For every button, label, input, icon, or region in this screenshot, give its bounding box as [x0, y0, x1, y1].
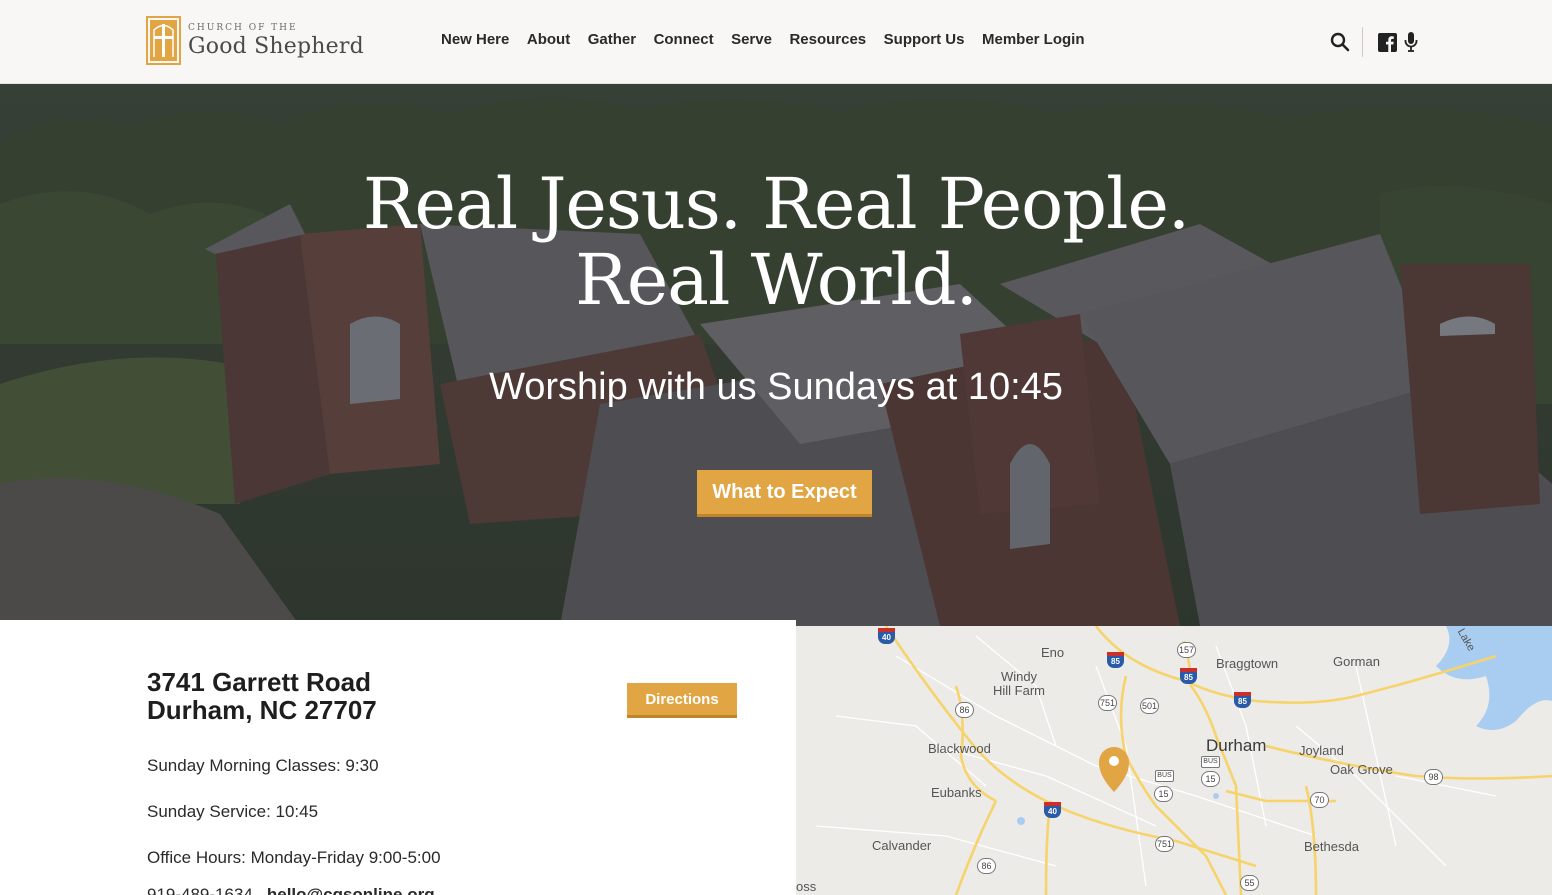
- hero-section: Real Jesus. Real People. Real World. Wor…: [0, 84, 1552, 626]
- route-shield: 751: [1155, 836, 1174, 852]
- hero-subtitle: Worship with us Sundays at 10:45: [489, 366, 1063, 408]
- route-shield: 86: [977, 858, 996, 874]
- address: 3741 Garrett Road Durham, NC 27707: [147, 668, 377, 724]
- map-label-oak-grove: Oak Grove: [1330, 762, 1393, 777]
- interstate-shield: 85: [1107, 652, 1124, 668]
- nav-about[interactable]: About: [527, 31, 570, 48]
- nav-new-here[interactable]: New Here: [441, 31, 509, 48]
- route-shield: 55: [1240, 875, 1259, 891]
- nav-resources[interactable]: Resources: [789, 31, 866, 48]
- nav-support-us[interactable]: Support Us: [884, 31, 965, 48]
- location-map[interactable]: Eno Windy Hill Farm Braggtown Gorman Bla…: [796, 626, 1552, 895]
- route-shield: BUS: [1201, 756, 1220, 768]
- email-link[interactable]: hello@cgsonline.org: [267, 885, 435, 895]
- hero-title-line2: Real World.: [575, 239, 978, 321]
- site-header: Church of the Good Shepherd New Here Abo…: [0, 0, 1552, 84]
- contact-line: 919-489-1634 hello@cgsonline.org: [147, 885, 435, 895]
- logo-small-text: Church of the: [188, 22, 298, 33]
- address-line1: 3741 Garrett Road: [147, 667, 371, 697]
- interstate-shield: 40: [878, 628, 895, 644]
- service-time: Sunday Service: 10:45: [147, 802, 319, 821]
- header-icons: [1328, 27, 1423, 57]
- location-info-card: 3741 Garrett Road Durham, NC 27707 Direc…: [0, 620, 796, 895]
- route-shield: BUS: [1155, 770, 1174, 782]
- map-label-blackwood: Blackwood: [928, 741, 991, 756]
- map-label-windy-hill-farm: Windy Hill Farm: [993, 669, 1045, 698]
- church-logo[interactable]: Church of the Good Shepherd: [146, 16, 364, 65]
- interstate-shield: 85: [1180, 668, 1197, 684]
- phone-number[interactable]: 919-489-1634: [147, 885, 253, 895]
- map-label-calvander: Calvander: [872, 838, 932, 853]
- nav-member-login[interactable]: Member Login: [982, 31, 1085, 48]
- route-shield: 15: [1201, 771, 1220, 787]
- main-nav: New Here About Gather Connect Serve Reso…: [441, 31, 1102, 48]
- hero-title: Real Jesus. Real People. Real World.: [0, 166, 1552, 318]
- facebook-icon[interactable]: [1375, 28, 1399, 56]
- route-shield: 501: [1140, 698, 1159, 714]
- search-icon[interactable]: [1328, 28, 1352, 56]
- map-label-gorman: Gorman: [1333, 654, 1380, 669]
- microphone-icon[interactable]: [1399, 28, 1423, 56]
- nav-gather[interactable]: Gather: [588, 31, 636, 48]
- map-label-oss: oss: [796, 879, 817, 894]
- nav-serve[interactable]: Serve: [731, 31, 772, 48]
- location-pin-icon[interactable]: [1099, 747, 1129, 792]
- map-roads: [815, 626, 1552, 895]
- interstate-shield: 85: [1234, 692, 1251, 708]
- logo-big-text: Good Shepherd: [188, 33, 364, 59]
- route-shield: 157: [1177, 642, 1196, 658]
- classes-time: Sunday Morning Classes: 9:30: [147, 756, 379, 775]
- map-label-braggtown: Braggtown: [1216, 656, 1279, 671]
- header-divider: [1362, 27, 1363, 57]
- nav-connect[interactable]: Connect: [654, 31, 714, 48]
- route-shield: 70: [1310, 792, 1329, 808]
- route-shield: 751: [1098, 695, 1117, 711]
- map-label-bethesda: Bethesda: [1304, 839, 1359, 854]
- office-hours: Office Hours: Monday-Friday 9:00-5:00: [147, 848, 441, 867]
- interstate-shield: 40: [1044, 802, 1061, 818]
- map-label-eubanks: Eubanks: [931, 785, 982, 800]
- map-label-joyland: Joyland: [1299, 743, 1344, 758]
- map-label-durham: Durham: [1206, 736, 1267, 755]
- route-shield: 98: [1424, 769, 1443, 785]
- route-shield: 86: [955, 702, 974, 718]
- address-line2: Durham, NC 27707: [147, 695, 377, 725]
- directions-button[interactable]: Directions: [627, 683, 737, 718]
- logo-mark-icon: [146, 16, 181, 65]
- route-shield: 15: [1154, 786, 1173, 802]
- map-label-eno: Eno: [1041, 645, 1065, 660]
- what-to-expect-button[interactable]: What to Expect: [697, 470, 872, 517]
- hero-title-line1: Real Jesus. Real People.: [362, 163, 1190, 245]
